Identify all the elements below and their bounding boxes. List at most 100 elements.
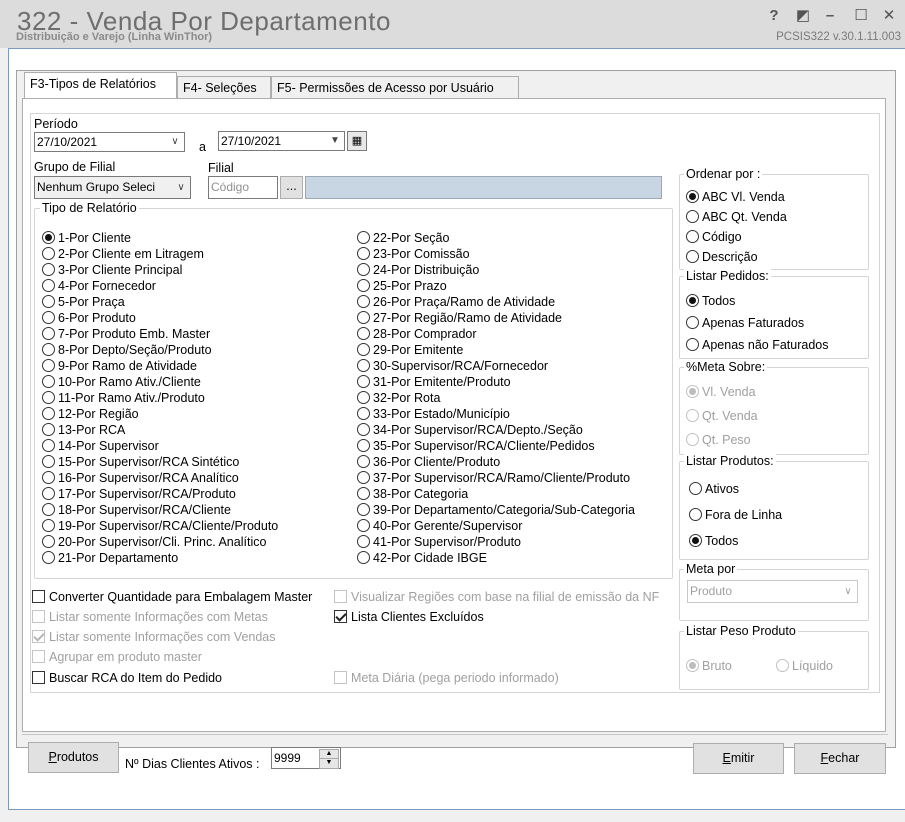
radio-button[interactable] <box>686 230 699 243</box>
tipo-relatorio-radio[interactable]: 17-Por Supervisor/RCA/Produto <box>42 486 236 502</box>
tipo-relatorio-radio[interactable]: 34-Por Supervisor/RCA/Depto./Seção <box>357 422 583 438</box>
tab-selecoes[interactable]: F4- Seleções <box>177 76 271 98</box>
radio-button[interactable] <box>42 343 55 356</box>
radio-button[interactable] <box>42 455 55 468</box>
lista-excluidos-checkbox[interactable]: Lista Clientes Excluídos <box>334 610 484 624</box>
close-icon[interactable]: ✕ <box>878 6 900 26</box>
radio-button[interactable] <box>686 338 699 351</box>
tipo-relatorio-radio[interactable]: 14-Por Supervisor <box>42 438 159 454</box>
tipo-relatorio-radio[interactable]: 28-Por Comprador <box>357 326 477 342</box>
radio-button[interactable] <box>357 231 370 244</box>
radio-button[interactable] <box>42 503 55 516</box>
listar-pedidos-radio[interactable]: Apenas Faturados <box>686 315 804 331</box>
tipo-relatorio-radio[interactable]: 13-Por RCA <box>42 422 125 438</box>
tipo-relatorio-radio[interactable]: 26-Por Praça/Ramo de Atividade <box>357 294 555 310</box>
tipo-relatorio-radio[interactable]: 30-Supervisor/RCA/Fornecedor <box>357 358 548 374</box>
maximize-icon[interactable]: ☐ <box>850 6 872 26</box>
radio-button[interactable] <box>357 439 370 452</box>
listar-produtos-radio[interactable]: Ativos <box>689 481 739 497</box>
tipo-relatorio-radio[interactable]: 9-Por Ramo de Atividade <box>42 358 197 374</box>
radio-button[interactable] <box>357 279 370 292</box>
tipo-relatorio-radio[interactable]: 35-Por Supervisor/RCA/Cliente/Pedidos <box>357 438 595 454</box>
tipo-relatorio-radio[interactable]: 27-Por Região/Ramo de Atividade <box>357 310 562 326</box>
tipo-relatorio-radio[interactable]: 4-Por Fornecedor <box>42 278 156 294</box>
ordenar-por-radio[interactable]: Código <box>686 229 742 245</box>
radio-button[interactable] <box>42 279 55 292</box>
dropdown-arrow-icon[interactable]: ▼ <box>328 132 342 150</box>
listar-produtos-radio[interactable]: Fora de Linha <box>689 507 782 523</box>
emitir-button[interactable]: Emitir <box>693 743 784 774</box>
radio-button[interactable] <box>686 190 699 203</box>
radio-button[interactable] <box>357 535 370 548</box>
tipo-relatorio-radio[interactable]: 12-Por Região <box>42 406 139 422</box>
filial-code-input[interactable]: Código <box>208 176 278 199</box>
radio-button[interactable] <box>357 391 370 404</box>
tab-permissoes[interactable]: F5- Permissões de Acesso por Usuário <box>271 76 519 98</box>
produtos-button[interactable]: Produtos <box>28 742 119 773</box>
tipo-relatorio-radio[interactable]: 20-Por Supervisor/Cli. Princ. Analítico <box>42 534 266 550</box>
radio-button[interactable] <box>357 295 370 308</box>
tipo-relatorio-radio[interactable]: 2-Por Cliente em Litragem <box>42 246 204 262</box>
radio-button[interactable] <box>357 359 370 372</box>
tipo-relatorio-radio[interactable]: 7-Por Produto Emb. Master <box>42 326 210 342</box>
filial-lookup-button[interactable]: ... <box>280 176 303 199</box>
tipo-relatorio-radio[interactable]: 18-Por Supervisor/RCA/Cliente <box>42 502 231 518</box>
radio-button[interactable] <box>689 534 702 547</box>
tipo-relatorio-radio[interactable]: 24-Por Distribuição <box>357 262 479 278</box>
radio-button[interactable] <box>357 423 370 436</box>
radio-button[interactable] <box>357 519 370 532</box>
radio-button[interactable] <box>357 375 370 388</box>
radio-button[interactable] <box>357 343 370 356</box>
chevron-down-icon[interactable]: ∨ <box>174 177 188 195</box>
tipo-relatorio-radio[interactable]: 16-Por Supervisor/RCA Analítico <box>42 470 239 486</box>
radio-button[interactable] <box>686 316 699 329</box>
radio-button[interactable] <box>357 263 370 276</box>
tipo-relatorio-radio[interactable]: 6-Por Produto <box>42 310 136 326</box>
buscar-rca-checkbox[interactable]: Buscar RCA do Item do Pedido <box>32 671 222 685</box>
radio-button[interactable] <box>357 551 370 564</box>
tipo-relatorio-radio[interactable]: 23-Por Comissão <box>357 246 470 262</box>
radio-button[interactable] <box>42 359 55 372</box>
tipo-relatorio-radio[interactable]: 25-Por Prazo <box>357 278 447 294</box>
periodo-start-input[interactable]: 27/10/2021 ∨ <box>34 132 185 152</box>
radio-button[interactable] <box>357 503 370 516</box>
grupo-filial-select[interactable]: Nenhum Grupo Seleci ∨ <box>34 176 191 199</box>
radio-button[interactable] <box>686 250 699 263</box>
minimize-icon[interactable]: – <box>819 6 841 26</box>
radio-button[interactable] <box>42 391 55 404</box>
help-icon[interactable]: ? <box>763 6 785 26</box>
tipo-relatorio-radio[interactable]: 5-Por Praça <box>42 294 125 310</box>
tipo-relatorio-radio[interactable]: 29-Por Emitente <box>357 342 463 358</box>
radio-button[interactable] <box>42 407 55 420</box>
tipo-relatorio-radio[interactable]: 1-Por Cliente <box>42 230 131 246</box>
tipo-relatorio-radio[interactable]: 42-Por Cidade IBGE <box>357 550 487 566</box>
radio-button[interactable] <box>42 231 55 244</box>
tipo-relatorio-radio[interactable]: 15-Por Supervisor/RCA Sintético <box>42 454 239 470</box>
spin-down-icon[interactable]: ▼ <box>319 758 339 769</box>
ordenar-por-radio[interactable]: ABC Vl. Venda <box>686 189 785 205</box>
radio-button[interactable] <box>42 295 55 308</box>
tipo-relatorio-radio[interactable]: 22-Por Seção <box>357 230 449 246</box>
listar-produtos-radio[interactable]: Todos <box>689 533 738 549</box>
radio-button[interactable] <box>42 487 55 500</box>
ordenar-por-radio[interactable]: Descrição <box>686 249 758 265</box>
radio-button[interactable] <box>357 487 370 500</box>
tipo-relatorio-radio[interactable]: 39-Por Departamento/Categoria/Sub-Catego… <box>357 502 635 518</box>
radio-button[interactable] <box>42 327 55 340</box>
radio-button[interactable] <box>42 263 55 276</box>
tipo-relatorio-radio[interactable]: 36-Por Cliente/Produto <box>357 454 500 470</box>
radio-button[interactable] <box>686 294 699 307</box>
radio-button[interactable] <box>42 471 55 484</box>
tipo-relatorio-radio[interactable]: 37-Por Supervisor/RCA/Ramo/Cliente/Produ… <box>357 470 630 486</box>
radio-button[interactable] <box>42 535 55 548</box>
meta-por-select[interactable]: Produto ∨ <box>687 580 858 603</box>
listar-pedidos-radio[interactable]: Apenas não Faturados <box>686 337 828 353</box>
radio-button[interactable] <box>357 247 370 260</box>
dias-clientes-input[interactable]: 9999 ▲ ▼ <box>271 747 341 769</box>
restore-icon[interactable]: ◩ <box>792 6 814 26</box>
calendar-icon[interactable]: ▦ <box>347 131 367 151</box>
radio-button[interactable] <box>357 407 370 420</box>
radio-button[interactable] <box>42 423 55 436</box>
radio-button[interactable] <box>42 551 55 564</box>
radio-button[interactable] <box>42 439 55 452</box>
